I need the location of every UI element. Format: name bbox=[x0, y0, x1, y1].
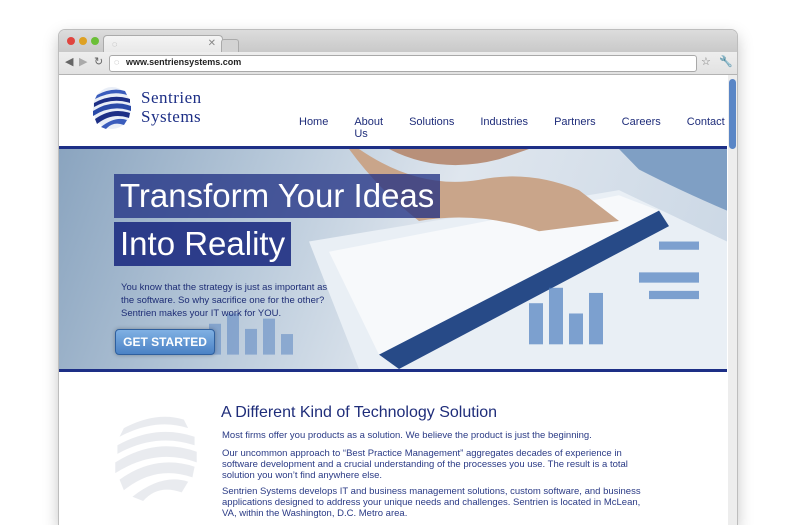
nav-partners[interactable]: Partners bbox=[554, 116, 596, 140]
hero-headline-line-2: Into Reality bbox=[114, 222, 292, 266]
scrollbar[interactable] bbox=[728, 75, 737, 525]
nav-home[interactable]: Home bbox=[299, 116, 328, 140]
new-tab-button[interactable] bbox=[221, 39, 239, 52]
browser-tab[interactable]: ◌ ✕ bbox=[103, 35, 223, 53]
nav-contact[interactable]: Contact bbox=[687, 116, 725, 140]
browser-toolbar: ◀ ▶ ↻ ◌ www.sentriensystems.com ☆ 🔧 bbox=[59, 52, 737, 75]
address-bar[interactable]: ◌ www.sentriensystems.com bbox=[109, 55, 697, 72]
logo-watermark-icon bbox=[115, 416, 197, 501]
main-nav: Home About Us Solutions Industries Partn… bbox=[299, 116, 737, 140]
paragraph-2: Our uncommon approach to “Best Practice … bbox=[222, 448, 628, 481]
maximize-window-icon[interactable] bbox=[91, 37, 99, 45]
content-section: A Different Kind of Technology Solution … bbox=[59, 371, 727, 525]
title-bar: ◌ ✕ bbox=[59, 30, 737, 53]
paragraph-3: Sentrien Systems develops IT and busines… bbox=[222, 486, 641, 519]
forward-arrow-icon[interactable]: ▶ bbox=[79, 55, 87, 68]
wrench-icon[interactable]: 🔧 bbox=[719, 55, 733, 68]
sentrien-logo-icon[interactable] bbox=[91, 85, 133, 131]
logo-line-2: Systems bbox=[141, 107, 202, 126]
page-icon: ◌ bbox=[114, 57, 120, 67]
nav-industries[interactable]: Industries bbox=[480, 116, 528, 140]
back-arrow-icon[interactable]: ◀ bbox=[65, 55, 73, 68]
get-started-button[interactable]: GET STARTED bbox=[115, 329, 215, 355]
page-viewport: Sentrien Systems Home About Us Solutions… bbox=[59, 75, 737, 525]
hero-copy: You know that the strategy is just as im… bbox=[121, 282, 328, 319]
logo-wordmark[interactable]: Sentrien Systems bbox=[141, 88, 202, 126]
url-text: www.sentriensystems.com bbox=[126, 57, 242, 67]
browser-window: ◌ ✕ ◀ ▶ ↻ ◌ www.sentriensystems.com ☆ 🔧 bbox=[59, 30, 737, 525]
site-header: Sentrien Systems Home About Us Solutions… bbox=[59, 75, 727, 146]
section-title: A Different Kind of Technology Solution bbox=[221, 404, 498, 421]
hero-headline-line-1: Transform Your Ideas bbox=[114, 174, 441, 218]
close-window-icon[interactable] bbox=[67, 37, 75, 45]
paragraph-1: Most firms offer you products as a solut… bbox=[222, 430, 592, 441]
page-icon: ◌ bbox=[112, 39, 118, 49]
logo-line-1: Sentrien bbox=[141, 88, 202, 107]
close-tab-icon[interactable]: ✕ bbox=[208, 38, 216, 49]
nav-about-us[interactable]: About Us bbox=[354, 116, 383, 140]
reload-icon[interactable]: ↻ bbox=[94, 55, 103, 68]
nav-careers[interactable]: Careers bbox=[622, 116, 661, 140]
hero-banner: Transform Your Ideas Into Reality You kn… bbox=[59, 146, 727, 372]
minimize-window-icon[interactable] bbox=[79, 37, 87, 45]
bookmark-star-icon[interactable]: ☆ bbox=[701, 55, 711, 68]
nav-solutions[interactable]: Solutions bbox=[409, 116, 454, 140]
scrollbar-thumb[interactable] bbox=[729, 79, 736, 149]
window-controls bbox=[67, 37, 99, 45]
